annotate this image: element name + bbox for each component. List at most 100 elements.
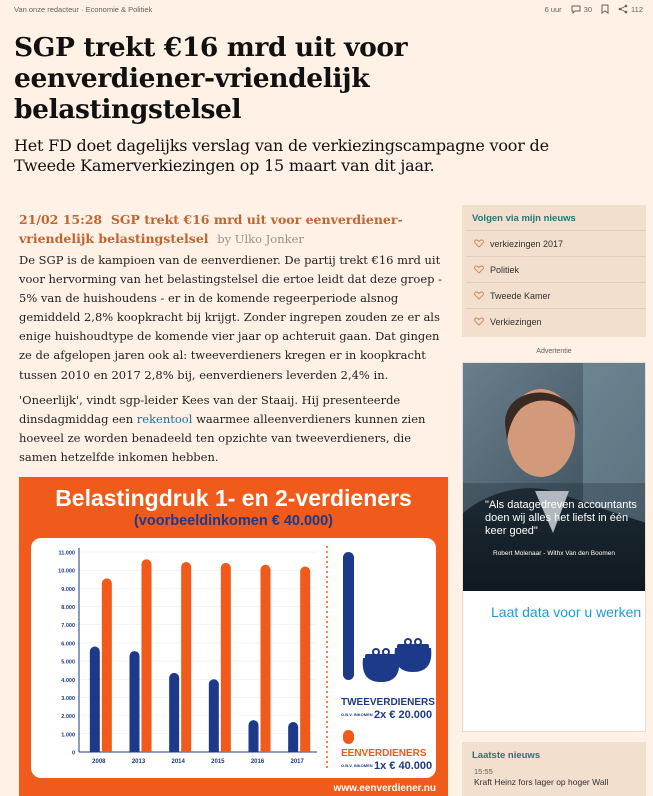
- bar: [208, 679, 219, 752]
- comments-count: 30: [583, 4, 593, 14]
- latest-item[interactable]: Kraft Heinz fors lager op hoger Wall: [462, 776, 646, 787]
- y-tick-label: 0: [72, 751, 75, 757]
- y-tick-label: 4.000: [61, 678, 75, 684]
- y-tick-label: 6.000: [61, 641, 75, 647]
- heart-icon[interactable]: [466, 291, 490, 300]
- follow-item[interactable]: Politiek: [466, 256, 646, 282]
- follow-item[interactable]: Tweede Kamer: [466, 282, 646, 308]
- bar: [141, 559, 152, 752]
- x-tick-label: 2017: [290, 759, 304, 765]
- comments-button[interactable]: 30: [571, 5, 592, 14]
- latest-news-box: Laatste nieuws 15:55 Kraft Heinz fors la…: [462, 742, 646, 796]
- heart-icon[interactable]: [466, 317, 490, 326]
- one-earner-amount: 1x € 40.000: [374, 760, 432, 772]
- bar: [101, 578, 112, 752]
- live-post-header: 21/02 15:28 SGP trekt €16 mrd uit voor e…: [19, 210, 439, 249]
- breadcrumb[interactable]: Van onze redacteur · Economie & Politiek: [14, 5, 152, 14]
- latest-title: Laatste nieuws: [472, 750, 541, 761]
- y-tick-label: 11.000: [58, 551, 75, 557]
- bar: [169, 672, 180, 752]
- bookmark-button[interactable]: [601, 4, 609, 14]
- one-earner-label: EENVERDIENERS: [341, 748, 427, 759]
- post-byline[interactable]: by Ulko Jonker: [217, 232, 304, 246]
- article-time: 6 uur: [544, 4, 562, 14]
- tweeverdieners-bar: [343, 552, 354, 680]
- two-earners-sub: O.B.V. INKOMEN: [341, 712, 373, 717]
- bar: [129, 747, 140, 752]
- bar: [181, 562, 192, 752]
- bar: [248, 747, 259, 752]
- y-tick-label: 8.000: [61, 605, 75, 611]
- comment-icon: [571, 5, 581, 14]
- x-tick-label: 2008: [92, 759, 106, 765]
- two-earners-amount: 2x € 20.000: [374, 709, 432, 721]
- post-time: 21/02 15:28: [19, 212, 103, 227]
- bar-chart: 11.000 10.000 9.000 8.000 7.000 6.000 5.000 4.0…: [58, 546, 435, 772]
- heart-icon[interactable]: [466, 239, 490, 248]
- y-tick-label: 7.000: [61, 623, 75, 629]
- bar: [208, 747, 219, 752]
- follow-item[interactable]: Verkiezingen: [466, 308, 646, 334]
- infographic: Belastingdruk 1- en 2-verdieners (voorbe…: [19, 477, 448, 796]
- bar: [169, 747, 180, 752]
- two-earners-label: TWEEVERDIENERS: [341, 697, 435, 708]
- bar: [288, 747, 299, 752]
- bar: [260, 564, 271, 752]
- follow-item-label: Tweede Kamer: [490, 290, 551, 301]
- bar: [89, 646, 100, 752]
- infographic-title: Belastingdruk 1- en 2-verdieners: [55, 485, 412, 511]
- follow-item-label: verkiezingen 2017: [490, 238, 564, 249]
- follow-box: Volgen via mijn nieuws verkiezingen 2017…: [462, 205, 646, 337]
- eenverdieners-bar-top: [343, 730, 354, 744]
- bar: [101, 747, 112, 752]
- rekentool-link[interactable]: rekentool: [137, 412, 193, 426]
- bar: [220, 747, 231, 752]
- one-earner-sub: O.B.V. INKOMEN: [341, 763, 373, 768]
- heart-icon[interactable]: [466, 265, 490, 274]
- y-tick-label: 1.000: [61, 732, 75, 738]
- follow-item-label: Politiek: [490, 264, 520, 275]
- latest-time: 15:55: [474, 767, 493, 776]
- infographic-footer[interactable]: www.eenverdiener.nu: [19, 783, 448, 794]
- article-headline: SGP trekt €16 mrd uit voor eenverdiener-…: [14, 32, 408, 125]
- follow-item[interactable]: verkiezingen 2017: [466, 230, 646, 256]
- ad-quote: "Als datagedreven accountants doen wij a…: [485, 499, 637, 537]
- ad-quote-author: Robert Molenaar - Withx Van den Boomen: [493, 550, 615, 557]
- y-tick-label: 9.000: [61, 587, 75, 593]
- article-actions: 6 uur 30 112: [545, 4, 643, 14]
- bar: [300, 566, 311, 752]
- bar: [220, 562, 231, 752]
- bar: [141, 747, 152, 752]
- advertisement[interactable]: "Als datagedreven accountants doen wij a…: [462, 362, 646, 732]
- chart-panel: 11.000 10.000 9.000 8.000 7.000 6.000 5.000 4.0…: [31, 538, 436, 778]
- y-tick-label: 10.000: [58, 569, 75, 575]
- infographic-subtitle: (voorbeeldinkomen € 40.000): [133, 513, 334, 529]
- ad-cta[interactable]: Laat data voor u werken: [491, 603, 641, 621]
- bar: [129, 651, 140, 752]
- y-tick-label: 3.000: [61, 696, 75, 702]
- article-standfirst: Het FD doet dagelijks verslag van de ver…: [14, 136, 549, 175]
- y-tick-label: 5.000: [61, 660, 75, 666]
- follow-title: Volgen via mijn nieuws: [472, 213, 576, 224]
- post-paragraph-1: De SGP is de kampioen van de eenverdiene…: [19, 253, 443, 382]
- x-tick-label: 2016: [251, 759, 265, 765]
- follow-item-label: Verkiezingen: [490, 316, 542, 327]
- bar: [300, 747, 311, 752]
- share-icon: [618, 4, 628, 14]
- blue-purse-icon: [362, 648, 400, 682]
- bar: [260, 747, 271, 752]
- bookmark-icon: [601, 4, 609, 14]
- bar: [181, 747, 192, 752]
- post-body: De SGP is de kampioen van de eenverdiene…: [19, 251, 451, 473]
- x-tick-label: 2013: [132, 759, 146, 765]
- bar: [89, 747, 100, 752]
- post-paragraph-2: 'Oneerlijk', vindt sgp-leider Kees van d…: [19, 391, 451, 467]
- share-button[interactable]: 112: [618, 4, 643, 14]
- follow-list: verkiezingen 2017 Politiek Tweede Kamer Ver…: [462, 230, 646, 334]
- y-tick-label: 2.000: [61, 714, 75, 720]
- x-tick-label: 2014: [171, 759, 185, 765]
- top-bar: Van onze redacteur · Economie & Politiek…: [0, 0, 653, 20]
- shares-count: 112: [631, 4, 643, 14]
- ad-label: Advertentie: [536, 348, 572, 355]
- blue-purse-icon: [394, 638, 432, 672]
